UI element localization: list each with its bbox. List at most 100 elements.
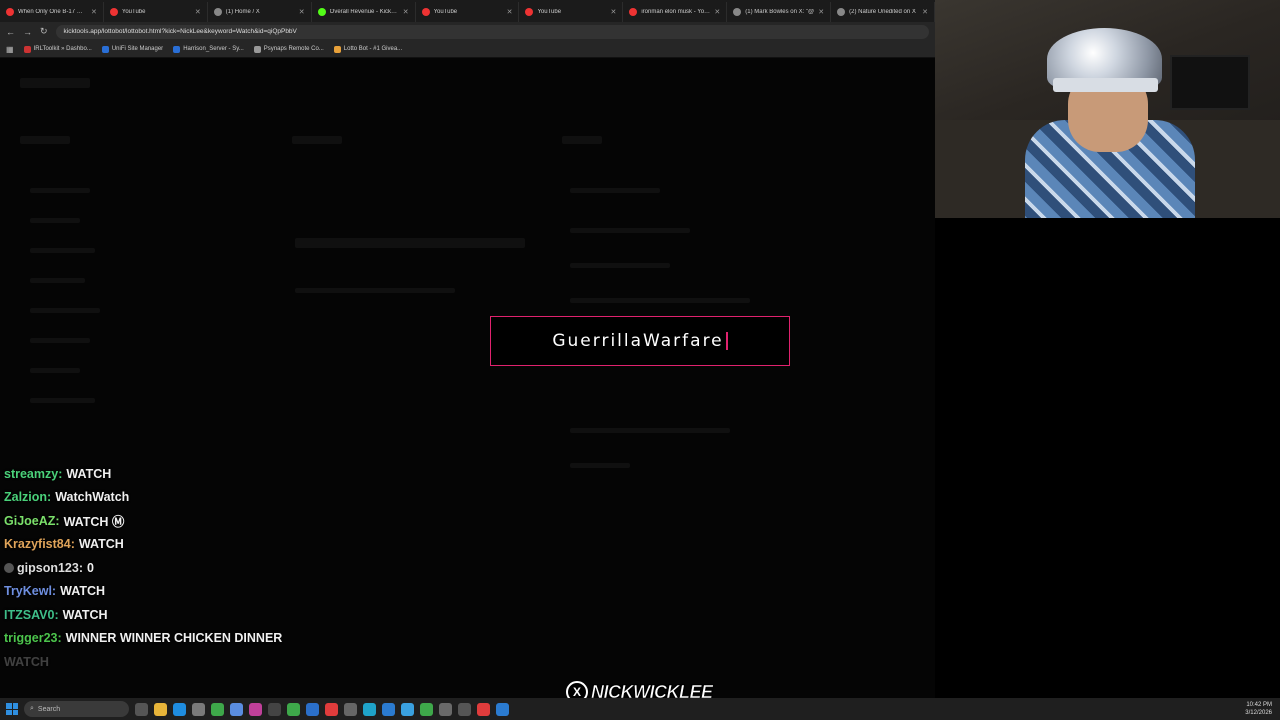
app-icon[interactable] xyxy=(363,702,376,716)
ghost-line xyxy=(30,368,80,373)
app-icon[interactable] xyxy=(306,702,319,716)
ghost-line xyxy=(570,188,660,193)
webcam-hat-visor xyxy=(1053,78,1158,92)
browser-tab[interactable]: (2) Nature Unedited on X ✕ xyxy=(831,2,936,22)
browser-tab[interactable]: Overall Revenue - Kick Da ✕ xyxy=(312,2,416,22)
chrome-icon[interactable] xyxy=(211,702,224,716)
clock-date: 3/12/2026 xyxy=(1245,710,1272,716)
bookmark-favicon-icon xyxy=(101,45,109,53)
app-icon[interactable] xyxy=(268,702,281,716)
app-icon[interactable] xyxy=(496,702,509,716)
close-tab-icon[interactable]: ✕ xyxy=(818,8,824,16)
browser-tab[interactable]: ironman elon musk - YouTu ✕ xyxy=(623,2,728,22)
chat-message: Zalzion: WatchWatch xyxy=(4,486,424,510)
chrome-icon[interactable] xyxy=(287,702,300,716)
task-view-icon[interactable] xyxy=(135,702,148,716)
app-icon[interactable] xyxy=(344,702,357,716)
app-icon[interactable] xyxy=(325,702,338,716)
ghost-line xyxy=(570,298,750,303)
tab-title: ironman elon musk - YouTu xyxy=(641,9,711,15)
store-icon[interactable] xyxy=(192,702,205,716)
chat-message: GiJoeAZ: WATCH Ⓜ xyxy=(4,509,424,533)
winner-modal: GuerrillaWarfare xyxy=(490,316,790,366)
tab-title: (1) Mark Bowles on X: "@ xyxy=(745,9,815,15)
ghost-line xyxy=(570,463,630,468)
chat-message: gipson123: 0 xyxy=(4,556,424,580)
bookmark-item[interactable]: UniFi Site Manager xyxy=(101,45,163,53)
chat-username: Zalzion: xyxy=(4,490,52,505)
bookmark-item[interactable]: Lotto Bot - #1 Givea... xyxy=(333,45,403,53)
app-icon[interactable] xyxy=(230,702,243,716)
tab-title: YouTube xyxy=(121,9,146,15)
bookmark-favicon-icon xyxy=(173,45,181,53)
chat-message: Krazyfist84: WATCH xyxy=(4,533,424,557)
browser-tab[interactable]: YouTube ✕ xyxy=(104,2,208,22)
bookmark-item[interactable]: Harrison_Server - Sy... xyxy=(173,45,244,53)
search-icon: ⌕ xyxy=(30,705,34,712)
ghost-heading-right xyxy=(562,136,602,144)
file-explorer-icon[interactable] xyxy=(154,702,167,716)
app-icon[interactable] xyxy=(382,702,395,716)
ghost-line xyxy=(570,263,670,268)
obs-icon[interactable] xyxy=(249,702,262,716)
ghost-line xyxy=(570,428,730,433)
chat-overlay: streamzy: WATCH Zalzion: WatchWatch GiJoeAZ:… xyxy=(4,462,424,674)
bookmark-item[interactable]: IRLToolkit » Dashbo... xyxy=(23,45,92,53)
forward-icon[interactable]: → xyxy=(23,27,32,37)
chat-text: WATCH xyxy=(62,607,108,622)
close-tab-icon[interactable]: ✕ xyxy=(714,8,720,16)
tab-favicon-icon xyxy=(525,8,534,16)
chrome-icon[interactable] xyxy=(420,702,433,716)
close-tab-icon[interactable]: ✕ xyxy=(91,8,97,16)
close-tab-icon[interactable]: ✕ xyxy=(195,8,201,16)
app-icon[interactable] xyxy=(401,702,414,716)
chat-text: WATCH xyxy=(4,654,49,669)
back-icon[interactable]: ← xyxy=(6,27,15,37)
app-icon[interactable] xyxy=(458,702,471,716)
bookmark-label: Harrison_Server - Sy... xyxy=(183,46,244,52)
bookmark-favicon-icon xyxy=(23,45,31,53)
chat-message: TryKewl: WATCH xyxy=(4,580,424,604)
clock-time: 10:42 PM xyxy=(1246,702,1272,708)
close-tab-icon[interactable]: ✕ xyxy=(507,8,513,16)
reload-icon[interactable]: ↻ xyxy=(40,26,48,37)
tab-favicon-icon xyxy=(733,8,742,16)
browser-tab[interactable]: When Only One B-17 Can ✕ xyxy=(0,2,104,22)
chat-username: GiJoeAZ: xyxy=(4,513,60,528)
close-tab-icon[interactable]: ✕ xyxy=(403,8,409,16)
webcam-feed xyxy=(935,0,1280,218)
ghost-line xyxy=(30,398,95,403)
winner-name: GuerrillaWarfare xyxy=(552,331,724,351)
chat-text: WATCH xyxy=(78,537,124,552)
tab-title: YouTube xyxy=(433,9,458,15)
app-icon[interactable] xyxy=(439,702,452,716)
close-tab-icon[interactable]: ✕ xyxy=(922,8,928,16)
close-tab-icon[interactable]: ✕ xyxy=(299,8,305,16)
tab-title: Overall Revenue - Kick Da xyxy=(329,9,399,15)
browser-tab[interactable]: (1) Mark Bowles on X: "@ ✕ xyxy=(727,2,832,22)
start-windows-icon[interactable] xyxy=(6,703,18,715)
ghost-line xyxy=(30,278,85,283)
tab-favicon-icon xyxy=(213,8,222,16)
chat-username: ITZSAV0: xyxy=(4,607,59,622)
chat-text: WATCH xyxy=(60,584,106,599)
text-caret xyxy=(725,332,728,350)
bookmark-label: Lotto Bot - #1 Givea... xyxy=(343,46,403,52)
bookmark-item[interactable]: Psynaps Remote Co... xyxy=(253,45,324,53)
app-icon[interactable] xyxy=(477,702,490,716)
windows-taskbar: ⌕ Search 10:42 PM 3/12/2026 xyxy=(0,698,1280,720)
ghost-title xyxy=(20,78,90,88)
close-tab-icon[interactable]: ✕ xyxy=(610,8,616,16)
browser-tab[interactable]: YouTube ✕ xyxy=(416,2,520,22)
ghost-heading-middle xyxy=(292,136,342,144)
browser-tab[interactable]: (1) Home / X ✕ xyxy=(208,2,312,22)
apps-grid-icon[interactable]: ▦ xyxy=(6,45,14,54)
system-clock[interactable]: 10:42 PM 3/12/2026 xyxy=(1245,701,1272,717)
taskbar-search[interactable]: ⌕ Search xyxy=(24,701,129,717)
tab-favicon-icon xyxy=(317,8,326,16)
tab-title: YouTube xyxy=(537,9,562,15)
browser-tab[interactable]: YouTube ✕ xyxy=(519,2,624,22)
ghost-line xyxy=(295,288,455,293)
edge-icon[interactable] xyxy=(173,702,186,716)
url-input[interactable]: kicktools.app/lottobot/lottobot.html?kic… xyxy=(55,24,929,39)
